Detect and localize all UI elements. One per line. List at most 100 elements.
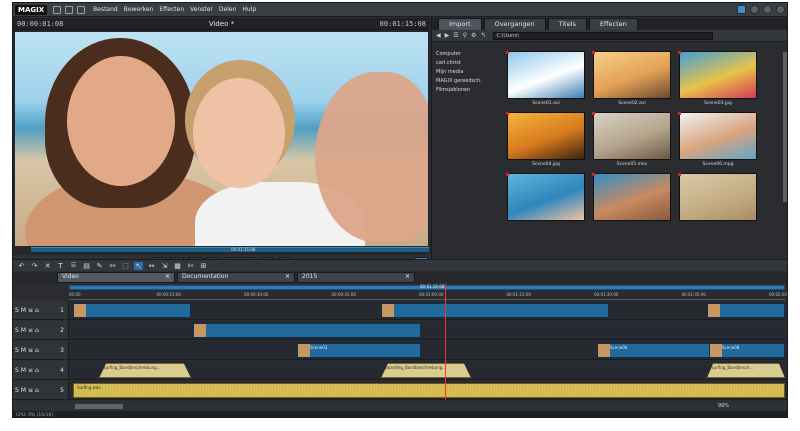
mute-button[interactable]: M bbox=[21, 307, 26, 314]
media-thumbnail[interactable]: Scene04.jpg bbox=[506, 112, 586, 169]
close-tab-icon[interactable]: ✕ bbox=[285, 273, 290, 282]
playhead-cursor[interactable] bbox=[445, 284, 446, 400]
text-icon[interactable]: T bbox=[56, 262, 65, 270]
lock-icon[interactable]: ⌂ bbox=[35, 307, 39, 314]
trim-icon[interactable]: ↔ bbox=[147, 262, 156, 270]
lock-icon[interactable]: ⌂ bbox=[35, 387, 39, 394]
settings-icon[interactable] bbox=[737, 5, 746, 14]
timecode-duration: 00:01:15:08 bbox=[379, 19, 426, 28]
solo-button[interactable]: S bbox=[15, 307, 19, 314]
track-menu-icon[interactable]: ≡ bbox=[28, 307, 33, 314]
cut-icon[interactable]: ✄ bbox=[186, 262, 195, 270]
close-tab-icon[interactable]: ✕ bbox=[405, 273, 410, 282]
solo-button[interactable]: S bbox=[15, 387, 19, 394]
close-tab-icon[interactable]: ✕ bbox=[165, 273, 170, 282]
audio-clip[interactable]: Surfing.wav bbox=[73, 383, 785, 398]
stretch-icon[interactable]: ⇲ bbox=[160, 262, 169, 270]
link-icon[interactable]: ⚯ bbox=[108, 262, 117, 270]
media-thumbnail[interactable]: Scene05.mov bbox=[592, 112, 672, 169]
title-clip[interactable]: Boarding_Bandbeschreibung... bbox=[381, 363, 471, 378]
video-clip[interactable]: Scene06 bbox=[597, 343, 715, 358]
timeline-navigator[interactable]: 00:01:15:08 bbox=[69, 284, 785, 290]
menu-venster[interactable]: Venster bbox=[190, 6, 213, 13]
title-clip[interactable]: Surfing_Bandbesch... bbox=[707, 363, 785, 378]
redo-icon[interactable]: ↷ bbox=[30, 262, 39, 270]
mute-button[interactable]: M bbox=[21, 327, 26, 334]
tab-titels[interactable]: Titels bbox=[547, 18, 587, 30]
solo-button[interactable]: S bbox=[15, 347, 19, 354]
monitor-scrubber[interactable]: 00:01:15:08 bbox=[31, 247, 429, 252]
zoom-level[interactable]: 99% bbox=[718, 403, 729, 409]
menu-delen[interactable]: Delen bbox=[219, 6, 236, 13]
video-clip[interactable] bbox=[73, 303, 191, 318]
media-thumbnail[interactable]: Scene03.jpg bbox=[678, 51, 758, 108]
grid-icon[interactable]: ▦ bbox=[173, 262, 182, 270]
track-menu-icon[interactable]: ≡ bbox=[28, 327, 33, 334]
folder-item[interactable]: Filmsjablonen bbox=[436, 86, 496, 95]
binoculars-icon[interactable]: ⚲ bbox=[463, 32, 467, 39]
timeline-ruler[interactable]: 00:01:15:08 00:00 00:00:15:00 00:00:30:00 0… bbox=[13, 284, 787, 300]
media-thumbnail[interactable] bbox=[678, 173, 758, 230]
folder-item[interactable]: MAGIX gereedsch. bbox=[436, 77, 496, 86]
tab-effecten[interactable]: Effecten bbox=[588, 18, 638, 30]
lock-icon[interactable]: ⌂ bbox=[35, 347, 39, 354]
mute-button[interactable]: M bbox=[21, 367, 26, 374]
menu-effecten[interactable]: Effecten bbox=[159, 6, 184, 13]
select-area-icon[interactable]: ⬚ bbox=[121, 262, 130, 270]
add-marker-icon[interactable]: ⊞ bbox=[199, 262, 208, 270]
back-icon[interactable]: ◀ bbox=[436, 32, 441, 39]
media-pool-scrollbar[interactable] bbox=[783, 52, 787, 202]
media-thumbnail[interactable]: Scene06.mpg bbox=[678, 112, 758, 169]
menu-bewerken[interactable]: Bewerken bbox=[124, 6, 154, 13]
path-field[interactable]: C:\Users\ bbox=[493, 31, 714, 40]
track-menu-icon[interactable]: ≡ bbox=[28, 387, 33, 394]
folder-item[interactable]: Computer bbox=[436, 50, 496, 59]
media-thumbnail[interactable]: Scene01.avi bbox=[506, 51, 586, 108]
timeline-scrollbar[interactable]: 99% bbox=[13, 402, 787, 411]
open-project-icon[interactable] bbox=[65, 5, 74, 14]
tab-overgangen[interactable]: Overgangen bbox=[483, 18, 546, 30]
new-project-icon[interactable] bbox=[53, 5, 62, 14]
folder-item[interactable]: Mijn media bbox=[436, 68, 496, 77]
track-menu-icon[interactable]: ≡ bbox=[28, 347, 33, 354]
media-thumbnail[interactable] bbox=[506, 173, 586, 230]
snapshot-icon[interactable]: ⌸ bbox=[69, 261, 78, 270]
mute-button[interactable]: M bbox=[21, 387, 26, 394]
tab-sequence-2015[interactable]: 2015 ✕ bbox=[297, 272, 415, 283]
media-thumbnail[interactable] bbox=[592, 173, 672, 230]
track-menu-icon[interactable]: ≡ bbox=[28, 367, 33, 374]
solo-button[interactable]: S bbox=[15, 367, 19, 374]
minimize-icon[interactable] bbox=[763, 5, 772, 14]
menu-hulp[interactable]: Hulp bbox=[242, 6, 256, 13]
close-icon[interactable] bbox=[776, 5, 785, 14]
video-clip[interactable] bbox=[381, 303, 609, 318]
pointer-icon[interactable]: ↖ bbox=[134, 261, 143, 270]
tab-sequence-video[interactable]: Video ✕ bbox=[57, 272, 175, 283]
media-thumbnail[interactable]: Scene02.avi bbox=[592, 51, 672, 108]
scrollbar-thumb[interactable] bbox=[75, 404, 123, 409]
solo-button[interactable]: S bbox=[15, 327, 19, 334]
list-view-icon[interactable]: ☰ bbox=[453, 32, 458, 39]
video-clip[interactable] bbox=[707, 303, 785, 318]
tab-import[interactable]: Import bbox=[438, 18, 482, 30]
undo-icon[interactable]: ↶ bbox=[17, 262, 26, 270]
help-icon[interactable] bbox=[750, 5, 759, 14]
delete-icon[interactable]: ✕ bbox=[43, 262, 52, 270]
lock-icon[interactable]: ⌂ bbox=[35, 367, 39, 374]
storyboard-icon[interactable]: ▤ bbox=[82, 262, 91, 270]
video-clip[interactable] bbox=[193, 323, 421, 338]
mute-button[interactable]: M bbox=[21, 347, 26, 354]
title-clip[interactable]: Surfing_Bandbeschreibung... bbox=[99, 363, 191, 378]
folder-item[interactable]: carl.christ bbox=[436, 59, 496, 68]
gear-icon[interactable]: ⚙ bbox=[471, 32, 476, 39]
menu-bestand[interactable]: Bestand bbox=[93, 6, 118, 13]
video-clip[interactable]: Scene08 bbox=[709, 343, 785, 358]
timeline-tracks: S M ≡ ⌂ 1 S M ≡ ⌂ 2 S M ≡ ⌂ 3 Scene03 Sc… bbox=[13, 301, 787, 401]
save-icon[interactable] bbox=[77, 5, 86, 14]
forward-icon[interactable]: ▶ bbox=[445, 32, 450, 39]
up-folder-icon[interactable]: ↰ bbox=[480, 32, 485, 39]
lock-icon[interactable]: ⌂ bbox=[35, 327, 39, 334]
tab-sequence-documentation[interactable]: Documentation ✕ bbox=[177, 272, 295, 283]
pen-icon[interactable]: ✎ bbox=[95, 262, 104, 270]
video-clip[interactable]: Scene03 bbox=[297, 343, 421, 358]
